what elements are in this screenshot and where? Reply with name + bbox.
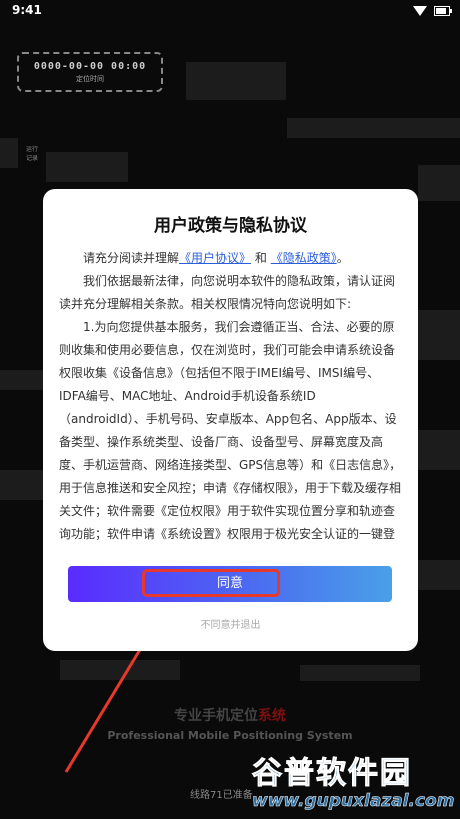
and-text: 和: [254, 251, 267, 265]
intro-prefix: 请充分阅读并理解: [83, 251, 180, 265]
dialog-content[interactable]: 请充分阅读并理解《用户协议》 和 《隐私政策》。 我们依据最新法律，向您说明本软…: [59, 247, 402, 547]
policy-paragraph-2: 我们依据最新法律，向您说明本软件的隐私政策，请认证阅读并充分理解相关条款。相关权…: [59, 274, 396, 311]
intro-paragraph: 请充分阅读并理解《用户协议》 和 《隐私政策》。: [59, 247, 402, 270]
user-agreement-link[interactable]: 《用户协议》: [179, 251, 251, 265]
decline-exit-button[interactable]: 不同意并退出: [43, 616, 418, 631]
agree-highlight-box: [142, 569, 280, 597]
privacy-dialog: 用户政策与隐私协议 请充分阅读并理解《用户协议》 和 《隐私政策》。 我们依据最…: [43, 189, 418, 651]
dialog-title: 用户政策与隐私协议: [154, 216, 307, 236]
policy-paragraph-3: 1.为向您提供基本服务，我们会遵循正当、合法、必要的原则收集和使用必要信息，仅在…: [59, 320, 402, 541]
privacy-policy-link[interactable]: 《隐私政策》: [271, 251, 337, 265]
intro-suffix: 。: [336, 251, 349, 265]
